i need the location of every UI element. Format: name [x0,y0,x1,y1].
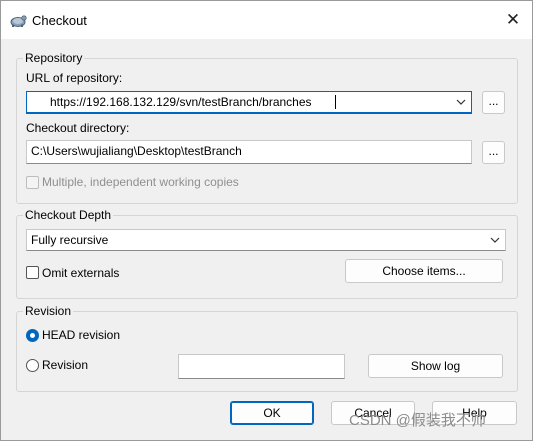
checkout-dir-browse-button[interactable]: ... [482,141,505,164]
multiple-copies-checkbox[interactable] [26,176,39,189]
multiple-copies-label: Multiple, independent working copies [42,175,239,189]
close-button[interactable]: ✕ [500,8,526,32]
ok-label: OK [263,406,281,420]
revision-label: Revision [42,358,89,372]
choose-items-button[interactable]: Choose items... [345,259,503,283]
depth-dropdown[interactable]: Fully recursive [26,229,506,251]
close-icon: ✕ [505,10,521,29]
checkout-depth-group-label: Checkout Depth [23,208,114,222]
checkout-dir-label: Checkout directory: [26,121,130,135]
omit-externals-checkbox[interactable] [26,266,39,279]
chevron-down-icon[interactable] [456,97,466,107]
url-label: URL of repository: [26,71,123,85]
revision-number-input[interactable] [178,354,345,379]
revision-group-label: Revision [23,304,74,318]
head-revision-radio[interactable] [26,329,39,342]
show-log-label: Show log [410,359,461,373]
checkout-dir-input[interactable]: C:\Users\wujialiang\Desktop\testBranch [26,140,472,164]
depth-selected-value: Fully recursive [31,233,109,247]
revision-radio[interactable] [26,359,39,372]
window-title: Checkout [32,13,87,28]
ok-button[interactable]: OK [230,401,314,425]
watermark: CSDN @假装我不帅 [349,412,486,429]
url-browse-label: ... [488,94,499,108]
chevron-down-icon[interactable] [490,235,500,245]
choose-items-label: Choose items... [382,264,466,278]
omit-externals-label: Omit externals [42,266,120,280]
url-combobox[interactable]: https://192.168.132.129/svn/testBranch/b… [26,91,472,114]
show-log-button[interactable]: Show log [368,354,503,378]
url-value: https://192.168.132.129/svn/testBranch/b… [50,95,312,109]
checkout-dir-value: C:\Users\wujialiang\Desktop\testBranch [31,144,242,158]
checkout-depth-group [16,215,518,299]
title-bar: Checkout ✕ [1,1,532,39]
revision-group [16,311,518,392]
tortoise-icon [10,15,27,27]
checkout-dialog: Checkout ✕ Repository URL of repository:… [0,0,533,441]
text-caret [335,95,336,109]
head-revision-label: HEAD revision [42,328,121,342]
checkout-dir-browse-label: ... [488,144,499,158]
url-browse-button[interactable]: ... [482,91,505,114]
repository-group-label: Repository [23,51,85,65]
